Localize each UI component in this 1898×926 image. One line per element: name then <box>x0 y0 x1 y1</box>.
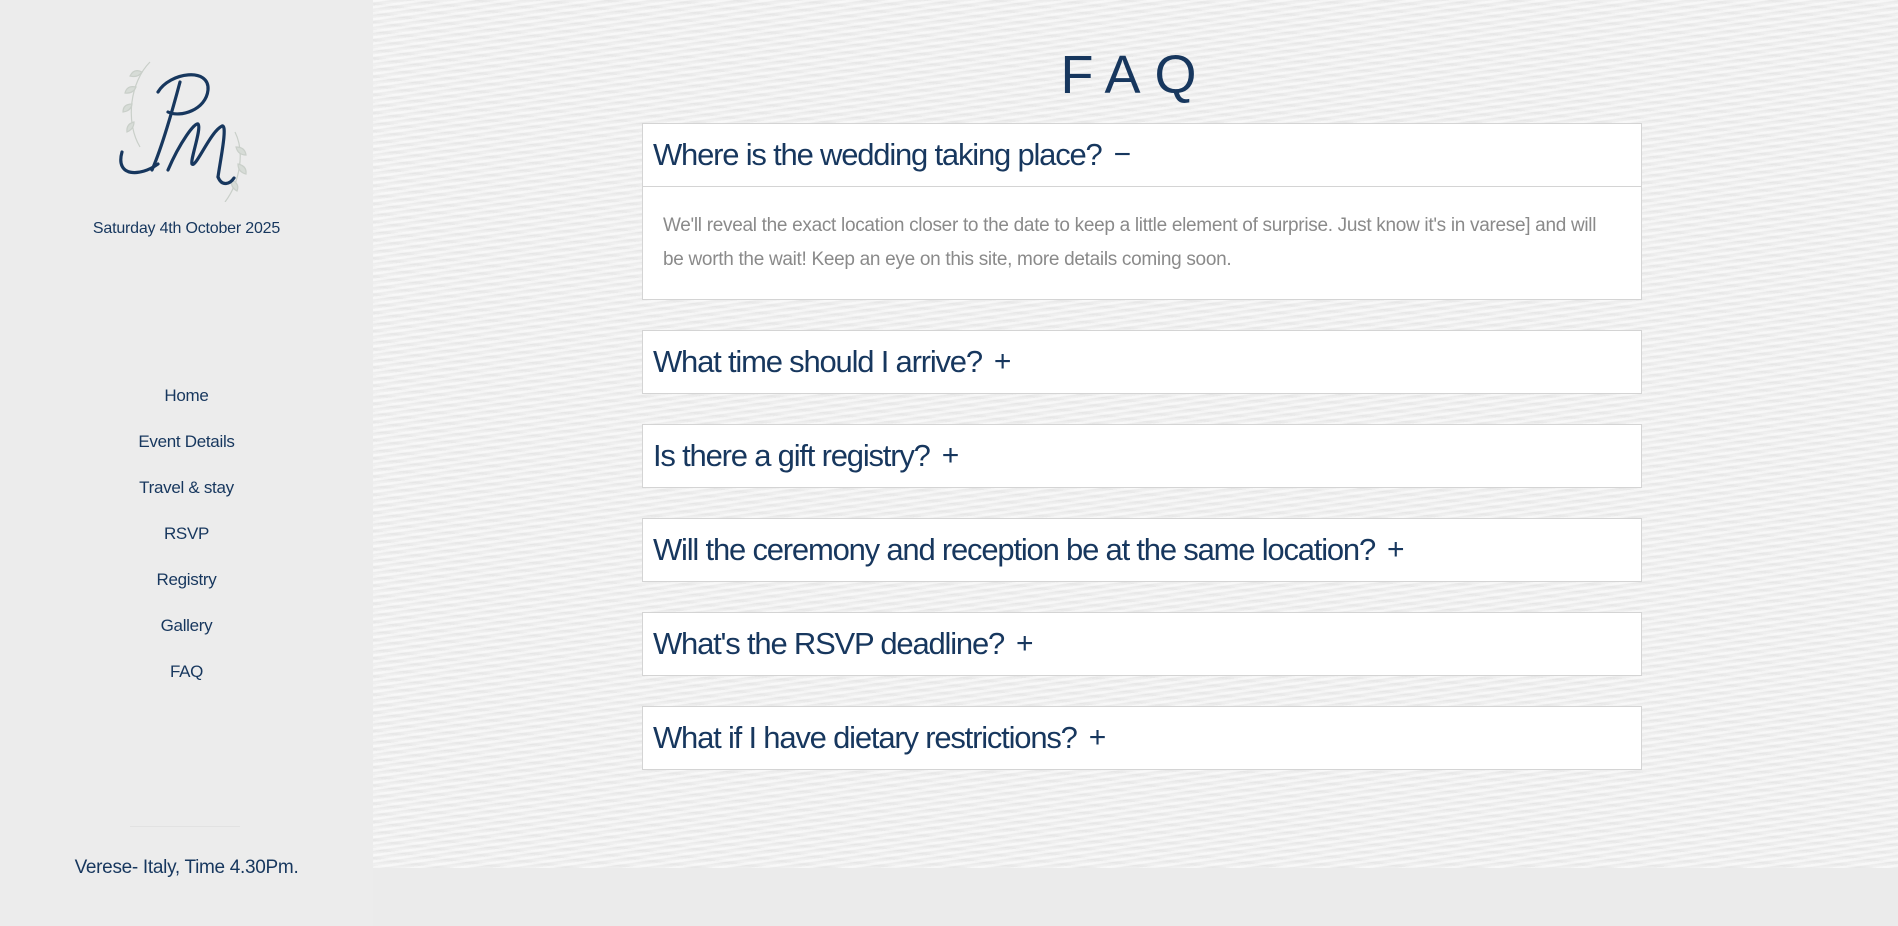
sidebar: Saturday 4th October 2025 Home Event Det… <box>0 0 373 926</box>
nav-gallery[interactable]: Gallery <box>0 612 373 658</box>
nav-home[interactable]: Home <box>0 382 373 428</box>
minus-icon[interactable]: − <box>1114 138 1132 172</box>
nav-registry[interactable]: Registry <box>0 566 373 612</box>
faq-answer: We'll reveal the exact location closer t… <box>642 187 1642 300</box>
plus-icon[interactable]: + <box>942 439 960 473</box>
faq-question-text: Where is the wedding taking place? <box>653 137 1103 172</box>
location-time: Verese- Italy, Time 4.30Pm. <box>74 857 299 878</box>
nav-faq[interactable]: FAQ <box>0 658 373 704</box>
faq-question-button[interactable]: What time should I arrive? + <box>642 330 1642 394</box>
page-title: FAQ <box>1060 45 1211 105</box>
faq-question-text: What's the RSVP deadline? <box>653 626 1005 661</box>
plus-icon[interactable]: + <box>994 345 1012 379</box>
faq-question-text: Will the ceremony and reception be at th… <box>653 532 1376 567</box>
faq-question-text: Is there a gift registry? <box>653 438 931 473</box>
faq-question-button[interactable]: Will the ceremony and reception be at th… <box>642 518 1642 582</box>
faq-item: Is there a gift registry? + <box>642 424 1642 488</box>
faq-question-button[interactable]: What if I have dietary restrictions? + <box>642 706 1642 770</box>
faq-list: Where is the wedding taking place? − We'… <box>642 123 1642 800</box>
faq-item: What's the RSVP deadline? + <box>642 612 1642 676</box>
faq-question-text: What if I have dietary restrictions? <box>653 720 1078 755</box>
faq-item: What time should I arrive? + <box>642 330 1642 394</box>
plus-icon[interactable]: + <box>1387 533 1405 567</box>
faq-item: What if I have dietary restrictions? + <box>642 706 1642 770</box>
nav-rsvp[interactable]: RSVP <box>0 520 373 566</box>
bottom-strip <box>373 868 1898 926</box>
nav-travel-stay[interactable]: Travel & stay <box>0 474 373 520</box>
plus-icon[interactable]: + <box>1089 721 1107 755</box>
pm-monogram-logo[interactable] <box>110 52 255 202</box>
faq-item: Will the ceremony and reception be at th… <box>642 518 1642 582</box>
faq-question-button[interactable]: What's the RSVP deadline? + <box>642 612 1642 676</box>
faq-question-button[interactable]: Where is the wedding taking place? − <box>642 123 1642 187</box>
faq-question-text: What time should I arrive? <box>653 344 983 379</box>
wedding-date: Saturday 4th October 2025 <box>92 220 281 237</box>
plus-icon[interactable]: + <box>1016 627 1034 661</box>
footer-divider <box>130 826 240 827</box>
faq-item: Where is the wedding taking place? − We'… <box>642 123 1642 300</box>
faq-question-button[interactable]: Is there a gift registry? + <box>642 424 1642 488</box>
nav-event-details[interactable]: Event Details <box>0 428 373 474</box>
main-nav: Home Event Details Travel & stay RSVP Re… <box>0 382 373 704</box>
